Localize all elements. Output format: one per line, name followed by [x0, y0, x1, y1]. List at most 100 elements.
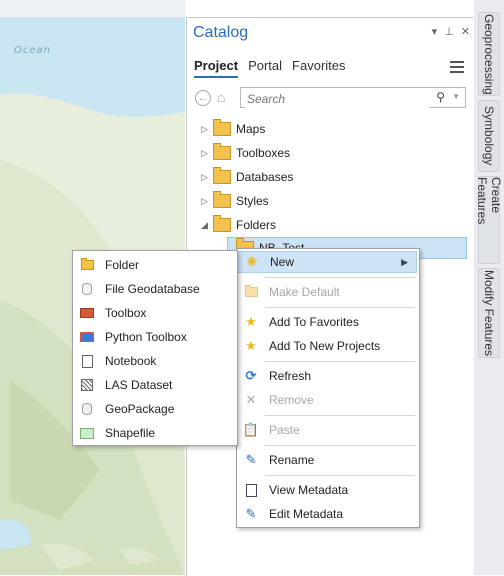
remove-x-icon: ✕: [245, 392, 257, 407]
toolbox-icon: [79, 305, 95, 321]
styles-folder-icon: [213, 191, 231, 208]
close-icon[interactable]: ✕: [461, 25, 470, 38]
pane-tools: ▾ ⊥ ✕: [432, 25, 470, 38]
menu-item-make-default[interactable]: Make Default: [237, 281, 417, 303]
menu-item-add-to-new-projects[interactable]: ★ Add To New Projects: [237, 335, 417, 357]
menu-separator: [265, 361, 415, 362]
geodatabase-icon: [79, 281, 95, 297]
submenu-item-file-geodatabase[interactable]: File Geodatabase: [73, 278, 235, 300]
menu-item-label: Remove: [269, 393, 314, 407]
tree-item-styles[interactable]: ▷ Styles: [187, 190, 474, 212]
pane-options-dropdown-icon[interactable]: ▾: [432, 25, 438, 38]
submenu-item-label: Shapefile: [105, 426, 156, 440]
menu-item-new[interactable]: ✺ New ▶: [237, 251, 417, 273]
submenu-item-label: LAS Dataset: [105, 378, 173, 392]
star-icon: ★: [245, 338, 257, 353]
menu-item-edit-metadata[interactable]: ✎ Edit Metadata: [237, 503, 417, 525]
pane-title: Catalog: [193, 24, 249, 41]
folders-folder-icon: [213, 215, 231, 232]
tree-item-databases[interactable]: ▷ Databases: [187, 166, 474, 188]
expand-arrow-icon[interactable]: ▷: [201, 172, 213, 183]
tree-item-label: Folders: [236, 218, 277, 232]
menu-item-label: Refresh: [269, 369, 312, 383]
submenu-item-label: Notebook: [105, 354, 157, 368]
view-metadata-icon: [243, 482, 259, 498]
menu-item-paste[interactable]: 📋 Paste: [237, 419, 417, 441]
submenu-item-toolbox[interactable]: Toolbox: [73, 302, 235, 324]
right-dock: Geoprocessing Symbology Create Features …: [474, 0, 504, 575]
menu-item-rename[interactable]: ✎ Rename: [237, 449, 417, 471]
collapse-arrow-icon[interactable]: ◢: [201, 220, 213, 231]
tree-item-label: Databases: [236, 170, 294, 184]
dock-tab-modify-features[interactable]: Modify Features: [478, 268, 500, 358]
refresh-icon: ⟳: [245, 368, 257, 383]
shapefile-icon: [79, 425, 95, 441]
map-ocean-label: Ocean: [14, 45, 51, 56]
search-input[interactable]: [245, 89, 429, 108]
menu-item-add-to-favorites[interactable]: ★ Add To Favorites: [237, 311, 417, 333]
tab-project[interactable]: Project: [194, 58, 239, 78]
search-icon[interactable]: ⚲: [436, 90, 445, 104]
tree-item-label: Maps: [236, 122, 266, 136]
menu-item-label: View Metadata: [269, 483, 349, 497]
menu-item-label: Paste: [269, 423, 300, 437]
las-dataset-icon: [79, 377, 95, 393]
catalog-tabs: Project Portal Favorites: [194, 58, 346, 78]
submenu-item-folder[interactable]: Folder: [73, 254, 235, 276]
python-toolbox-icon: [79, 329, 95, 345]
dock-tab-create-features[interactable]: Create Features: [475, 176, 503, 264]
submenu-item-python-toolbox[interactable]: Python Toolbox: [73, 326, 235, 348]
submenu-item-label: Toolbox: [105, 306, 147, 320]
context-menu: ✺ New ▶ Make Default ★ Add To Favorites …: [236, 248, 420, 528]
edit-metadata-icon: ✎: [245, 506, 257, 521]
menu-separator: [265, 415, 415, 416]
submenu-item-label: File Geodatabase: [105, 282, 200, 296]
new-submenu: Folder File Geodatabase Toolbox Python T…: [72, 250, 238, 446]
databases-folder-icon: [213, 167, 231, 184]
search-box: ⚲ ▼: [240, 87, 466, 108]
menu-item-label: Edit Metadata: [269, 507, 344, 521]
menu-item-view-metadata[interactable]: View Metadata: [237, 479, 417, 501]
home-icon[interactable]: ⌂: [217, 89, 225, 105]
tab-portal[interactable]: Portal: [248, 58, 282, 78]
dock-tab-symbology[interactable]: Symbology: [478, 100, 500, 172]
make-default-folder-icon: [243, 284, 259, 300]
menu-separator: [265, 445, 415, 446]
menu-separator: [265, 277, 415, 278]
toolboxes-folder-icon: [213, 143, 231, 160]
expand-arrow-icon[interactable]: ▷: [201, 196, 213, 207]
tree-item-maps[interactable]: ▷ Maps: [187, 118, 474, 140]
dock-tab-geoprocessing[interactable]: Geoprocessing: [478, 12, 500, 96]
maps-folder-icon: [213, 119, 231, 136]
submenu-item-geopackage[interactable]: GeoPackage: [73, 398, 235, 420]
menu-item-label: New: [270, 255, 295, 269]
search-dropdown-icon[interactable]: ▼: [452, 92, 460, 101]
menu-item-label: Add To New Projects: [269, 339, 381, 353]
menu-item-label: Add To Favorites: [269, 315, 359, 329]
star-icon: ★: [245, 314, 257, 329]
geopackage-icon: [79, 401, 95, 417]
tree-item-folders[interactable]: ◢ Folders: [187, 214, 474, 236]
submenu-item-label: GeoPackage: [105, 402, 175, 416]
submenu-item-notebook[interactable]: Notebook: [73, 350, 235, 372]
submenu-item-shapefile[interactable]: Shapefile: [73, 422, 235, 444]
submenu-item-label: Python Toolbox: [105, 330, 187, 344]
submenu-item-las-dataset[interactable]: LAS Dataset: [73, 374, 235, 396]
notebook-icon: [79, 353, 95, 369]
menu-item-remove[interactable]: ✕ Remove: [237, 389, 417, 411]
back-arrow-icon[interactable]: ←: [195, 90, 211, 106]
tree-item-toolboxes[interactable]: ▷ Toolboxes: [187, 142, 474, 164]
expand-arrow-icon[interactable]: ▷: [201, 124, 213, 135]
submenu-arrow-icon: ▶: [401, 256, 408, 267]
tab-favorites[interactable]: Favorites: [292, 58, 345, 78]
menu-separator: [265, 475, 415, 476]
menu-hamburger-icon[interactable]: [450, 61, 464, 73]
menu-item-refresh[interactable]: ⟳ Refresh: [237, 365, 417, 387]
menu-separator: [265, 307, 415, 308]
folder-icon: [79, 257, 95, 273]
tree-item-label: Styles: [236, 194, 269, 208]
menu-item-label: Rename: [269, 453, 315, 467]
pin-icon[interactable]: ⊥: [444, 25, 454, 38]
expand-arrow-icon[interactable]: ▷: [201, 148, 213, 159]
submenu-item-label: Folder: [105, 258, 140, 272]
